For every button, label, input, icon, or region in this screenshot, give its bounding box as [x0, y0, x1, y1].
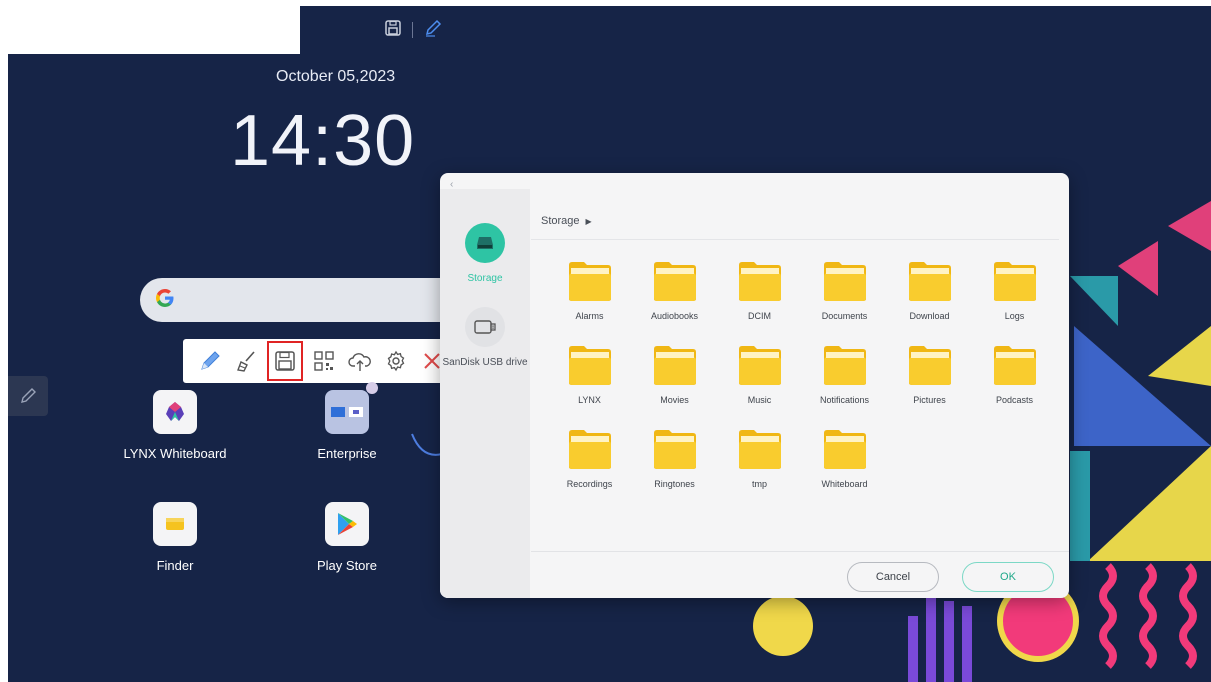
app-label: LYNX Whiteboard	[123, 446, 227, 461]
save-button[interactable]	[267, 341, 303, 381]
play-store-icon	[325, 502, 369, 546]
folder-label: Logs	[1004, 311, 1025, 321]
folder-icon	[908, 346, 951, 385]
folder-label: Pictures	[913, 395, 946, 405]
folder-icon	[653, 262, 696, 301]
eraser-icon[interactable]	[231, 346, 261, 376]
folder-label: DCIM	[748, 311, 771, 321]
storage-icon	[465, 223, 505, 263]
folder-label: Podcasts	[995, 395, 1034, 405]
save-icon[interactable]	[384, 19, 402, 42]
folder-icon	[653, 346, 696, 385]
pen-icon	[21, 388, 36, 403]
google-search-bar[interactable]	[140, 278, 470, 322]
app-lynx-whiteboard[interactable]: LYNX Whiteboard	[110, 390, 240, 461]
floating-pen-button[interactable]	[8, 376, 48, 416]
save-location-dialog: ‹ Storage SanDisk USB drive Storage ▶ Al…	[440, 173, 1069, 598]
folder-icon	[738, 430, 781, 469]
sidebar-item-usb-drive[interactable]: SanDisk USB drive	[440, 307, 530, 368]
folder-item[interactable]: Music	[717, 343, 802, 405]
breadcrumb-storage[interactable]: Storage	[541, 215, 580, 227]
app-label: Enterprise	[317, 446, 377, 461]
folder-item[interactable]: LYNX	[547, 343, 632, 405]
lynx-icon	[153, 390, 197, 434]
home-clock: 14:30	[230, 101, 416, 181]
folder-grid: Alarms Audiobooks DCIM Documents Download Log…	[547, 259, 1059, 489]
google-icon	[154, 287, 176, 314]
folder-label: Recordings	[566, 479, 613, 489]
cloud-upload-icon[interactable]	[345, 346, 375, 376]
folder-label: Audiobooks	[650, 311, 699, 321]
folder-icon	[738, 346, 781, 385]
app-play-store[interactable]: Play Store	[282, 502, 412, 573]
folder-item[interactable]: Download	[887, 259, 972, 321]
folder-icon	[908, 262, 951, 301]
pen-icon[interactable]	[423, 18, 443, 43]
sidebar-item-label: Storage	[467, 273, 503, 284]
folder-icon	[738, 262, 781, 301]
folder-label: Movies	[660, 395, 689, 405]
folder-icon	[653, 430, 696, 469]
folder-label: Alarms	[575, 311, 604, 321]
folder-label: Documents	[821, 311, 868, 321]
divider	[531, 239, 1059, 240]
top-mini-toolbar	[358, 12, 468, 48]
folder-label: tmp	[751, 479, 767, 489]
ok-button[interactable]: OK	[962, 562, 1054, 592]
folder-label: Music	[747, 395, 772, 405]
notification-dot	[366, 382, 378, 394]
folder-label: Download	[909, 311, 950, 321]
enterprise-icon	[325, 390, 369, 434]
breadcrumb[interactable]: Storage ▶	[541, 215, 592, 227]
folder-label: Ringtones	[654, 479, 695, 489]
folder-icon	[993, 346, 1036, 385]
folder-icon	[823, 346, 866, 385]
folder-item[interactable]: DCIM	[717, 259, 802, 321]
folder-icon	[823, 430, 866, 469]
folder-label: Whiteboard	[821, 479, 868, 489]
storage-sidebar: Storage SanDisk USB drive	[440, 189, 530, 598]
sidebar-item-label: SanDisk USB drive	[442, 357, 528, 368]
pen-icon[interactable]	[195, 346, 225, 376]
save-icon	[275, 351, 295, 371]
folder-icon	[823, 262, 866, 301]
divider	[411, 22, 413, 38]
app-enterprise[interactable]: Enterprise	[282, 390, 412, 461]
annotation-toolbar	[183, 339, 449, 383]
home-date: October 05,2023	[276, 68, 396, 85]
folder-label: LYNX	[578, 395, 601, 405]
folder-item[interactable]: Movies	[632, 343, 717, 405]
settings-icon[interactable]	[381, 346, 411, 376]
app-finder[interactable]: Finder	[110, 502, 240, 573]
chevron-right-icon: ▶	[585, 216, 592, 226]
folder-item[interactable]: Whiteboard	[802, 427, 887, 489]
app-label: Finder	[156, 558, 194, 573]
folder-item[interactable]: Ringtones	[632, 427, 717, 489]
folder-icon	[568, 430, 611, 469]
qr-code-icon[interactable]	[309, 346, 339, 376]
finder-icon	[153, 502, 197, 546]
usb-drive-icon	[465, 307, 505, 347]
app-label: Play Store	[317, 558, 377, 573]
folder-item[interactable]: Logs	[972, 259, 1057, 321]
folder-icon	[993, 262, 1036, 301]
folder-item[interactable]: tmp	[717, 427, 802, 489]
home-screen: October 05,2023 14:30 LYNX Whiteboard En…	[8, 6, 1211, 682]
sidebar-item-storage[interactable]: Storage	[440, 223, 530, 284]
folder-item[interactable]: Audiobooks	[632, 259, 717, 321]
divider	[531, 551, 1069, 552]
folder-icon	[568, 346, 611, 385]
folder-icon	[568, 262, 611, 301]
cancel-button[interactable]: Cancel	[847, 562, 939, 592]
folder-item[interactable]: Notifications	[802, 343, 887, 405]
folder-item[interactable]: Pictures	[887, 343, 972, 405]
folder-item[interactable]: Documents	[802, 259, 887, 321]
folder-item[interactable]: Podcasts	[972, 343, 1057, 405]
folder-item[interactable]: Alarms	[547, 259, 632, 321]
folder-label: Notifications	[819, 395, 870, 405]
folder-item[interactable]: Recordings	[547, 427, 632, 489]
